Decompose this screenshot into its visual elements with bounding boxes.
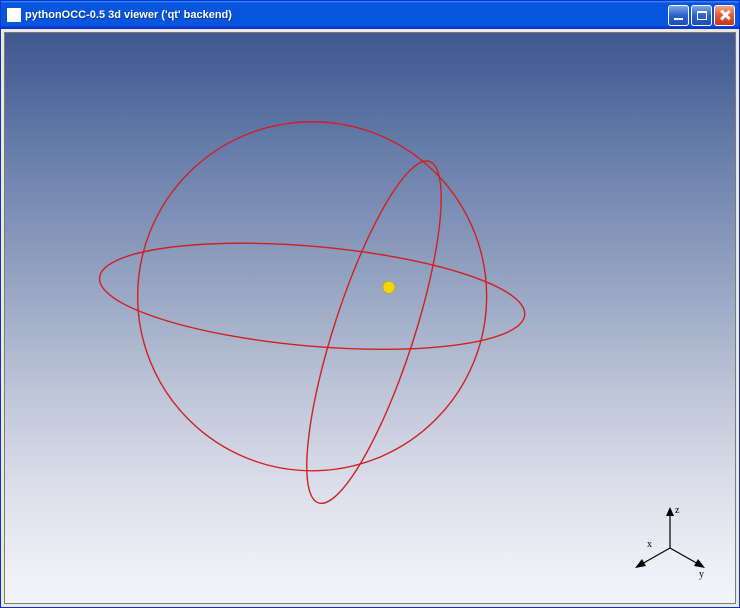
axis-gizmo: z x y — [625, 503, 715, 583]
maximize-button[interactable] — [691, 5, 712, 26]
sphere-outline-circle — [138, 122, 487, 471]
titlebar[interactable]: pythonOCC-0.5 3d viewer ('qt' backend) — [1, 1, 739, 29]
x-axis-arrow-icon — [635, 559, 646, 568]
minimize-button[interactable] — [668, 5, 689, 26]
z-axis-label: z — [675, 505, 680, 516]
app-icon — [7, 8, 21, 22]
window-controls — [668, 5, 737, 26]
y-axis-line — [670, 548, 700, 565]
y-axis-label: y — [699, 569, 704, 580]
meridian-ellipse — [281, 149, 468, 515]
x-axis-line — [640, 548, 670, 565]
window-title: pythonOCC-0.5 3d viewer ('qt' backend) — [25, 9, 668, 21]
viewport-frame: z x y — [1, 29, 739, 607]
z-axis-arrow-icon — [666, 507, 674, 516]
y-axis-arrow-icon — [694, 559, 705, 568]
close-icon — [719, 9, 731, 21]
point-marker — [383, 281, 395, 293]
main-window: pythonOCC-0.5 3d viewer ('qt' backend) — [0, 0, 740, 608]
x-axis-label: x — [647, 539, 652, 550]
minimize-icon — [674, 18, 683, 21]
close-button[interactable] — [714, 5, 735, 26]
equator-ellipse — [95, 228, 529, 365]
maximize-icon — [697, 11, 707, 20]
3d-viewport[interactable]: z x y — [4, 32, 736, 604]
